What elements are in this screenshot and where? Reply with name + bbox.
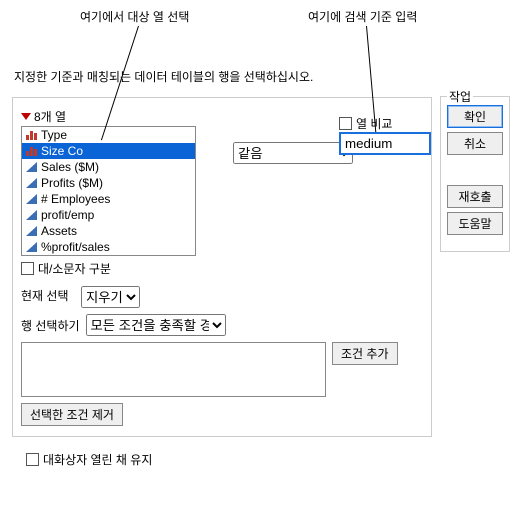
- continuous-column-icon: [26, 162, 37, 172]
- column-item-label: Sales ($M): [41, 160, 99, 174]
- column-item-label: profit/emp: [41, 208, 94, 222]
- conditions-textarea[interactable]: [21, 342, 326, 397]
- columns-header: 8개 열: [34, 108, 66, 125]
- keep-open-label: 대화상자 열린 채 유지: [43, 451, 152, 468]
- remove-condition-button[interactable]: 선택한 조건 제거: [21, 403, 123, 426]
- column-item[interactable]: %profit/sales: [22, 239, 195, 255]
- annotation-right: 여기에 검색 기준 입력: [308, 8, 417, 25]
- columns-dropdown-icon[interactable]: [21, 113, 31, 120]
- action-panel-legend: 작업: [447, 88, 473, 105]
- row-select-label: 행 선택하기: [21, 317, 80, 334]
- column-item[interactable]: Profits ($M): [22, 175, 195, 191]
- continuous-column-icon: [26, 210, 37, 220]
- case-sensitive-label: 대/소문자 구분: [38, 260, 111, 277]
- ok-button[interactable]: 확인: [447, 105, 503, 128]
- continuous-column-icon: [26, 194, 37, 204]
- keep-open-checkbox[interactable]: [26, 453, 39, 466]
- column-list[interactable]: Type Size Co Sales ($M) Profits ($M) # Emplo…: [21, 126, 196, 256]
- action-panel: 작업 확인 취소 재호출 도움말: [440, 96, 510, 252]
- recall-button[interactable]: 재호출: [447, 185, 503, 208]
- column-item-label: Assets: [41, 224, 77, 238]
- column-item[interactable]: Size Co: [22, 143, 195, 159]
- cancel-button[interactable]: 취소: [447, 132, 503, 155]
- column-item-label: Profits ($M): [41, 176, 103, 190]
- column-compare-checkbox[interactable]: [339, 117, 352, 130]
- column-item[interactable]: # Employees: [22, 191, 195, 207]
- column-item[interactable]: profit/emp: [22, 207, 195, 223]
- nominal-column-icon: [26, 147, 37, 156]
- case-sensitive-checkbox[interactable]: [21, 262, 34, 275]
- continuous-column-icon: [26, 242, 37, 252]
- column-item[interactable]: Type: [22, 127, 195, 143]
- column-item[interactable]: Sales ($M): [22, 159, 195, 175]
- help-button[interactable]: 도움말: [447, 212, 503, 235]
- column-item-label: %profit/sales: [41, 240, 110, 254]
- continuous-column-icon: [26, 226, 37, 236]
- column-item-label: Type: [41, 128, 67, 142]
- nominal-column-icon: [26, 131, 37, 140]
- add-condition-button[interactable]: 조건 추가: [332, 342, 398, 365]
- operator-dropdown[interactable]: 같음: [233, 142, 353, 164]
- column-item[interactable]: Assets: [22, 223, 195, 239]
- continuous-column-icon: [26, 178, 37, 188]
- clear-selection-dropdown[interactable]: 지우기: [81, 286, 140, 308]
- column-item-label: # Employees: [41, 192, 110, 206]
- compare-value-input[interactable]: [339, 132, 431, 155]
- annotation-left: 여기에서 대상 열 선택: [80, 8, 189, 25]
- column-compare-label: 열 비교: [356, 115, 392, 132]
- column-item-label: Size Co: [41, 144, 83, 158]
- row-select-dropdown[interactable]: 모든 조건을 충족할 경우: [86, 314, 226, 336]
- instruction-text: 지정한 기준과 매칭되는 데이터 테이블의 행을 선택하십시오.: [14, 68, 510, 85]
